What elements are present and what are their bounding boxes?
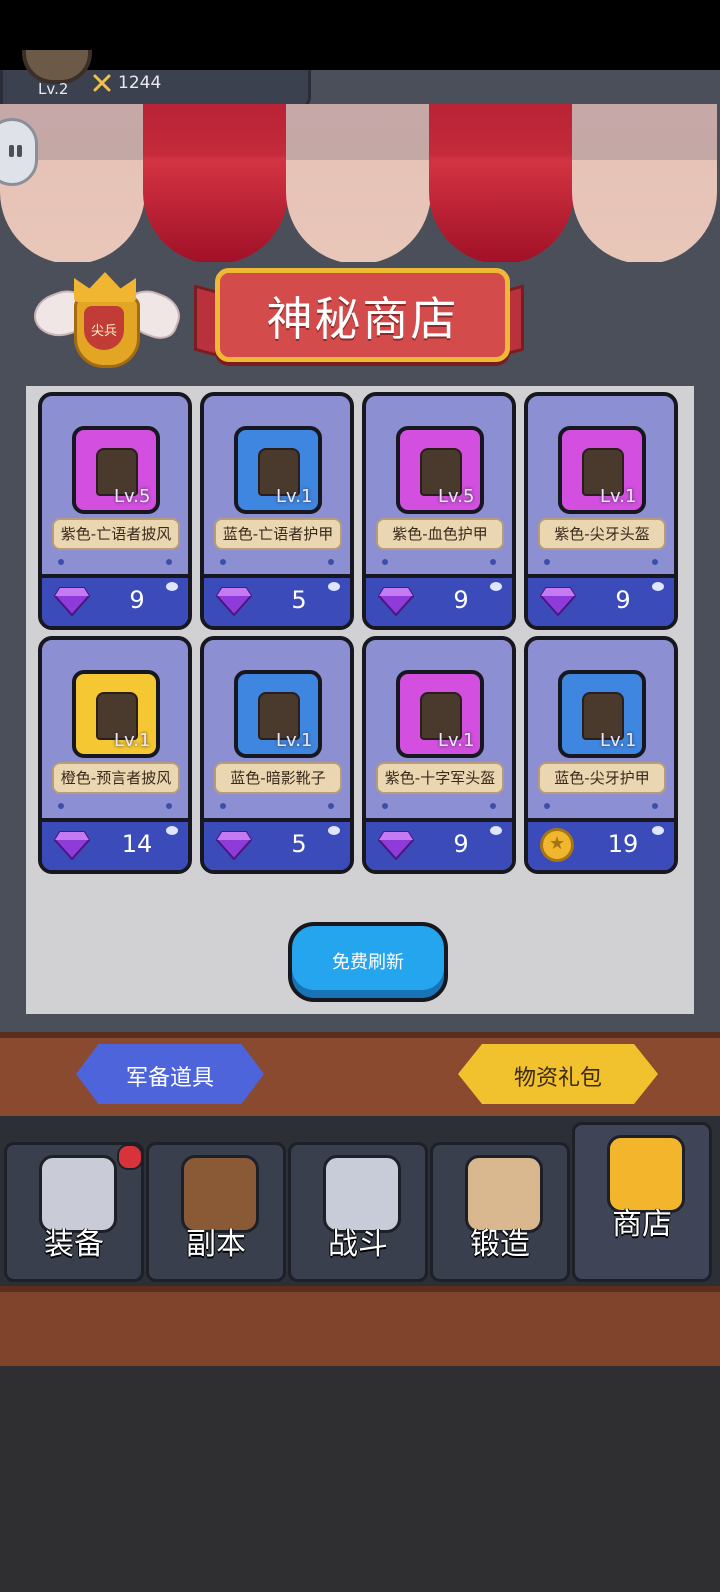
card-dot xyxy=(382,803,388,809)
card-dot xyxy=(544,559,550,565)
item-price: 9 xyxy=(129,586,145,614)
nav-label: 锻造 xyxy=(470,1227,530,1262)
shop-item-card[interactable]: Lv.1 橙色-预言者披风 14 xyxy=(38,636,192,874)
card-dot xyxy=(220,803,226,809)
price-bar[interactable]: 9 xyxy=(528,574,674,626)
item-level: Lv.5 xyxy=(438,486,475,507)
card-dot xyxy=(166,803,172,809)
item-price: 9 xyxy=(453,830,469,858)
nav-tab-4[interactable]: 锻造 xyxy=(430,1142,570,1282)
shop-title: 神秘商店 xyxy=(266,292,459,346)
price-bar-shine xyxy=(490,826,502,835)
shop-awning xyxy=(0,104,720,262)
price-bar[interactable]: 5 xyxy=(204,818,350,870)
item-price: 9 xyxy=(453,586,469,614)
rank-label: 尖兵 xyxy=(90,324,117,339)
bottom-wood-bar xyxy=(0,1286,720,1372)
nav-label: 商店 xyxy=(612,1207,672,1242)
card-dot xyxy=(58,803,64,809)
shop-item-card[interactable]: Lv.1 蓝色-亡语者护甲 5 xyxy=(200,392,354,630)
nav-tab-3[interactable]: 战斗 xyxy=(288,1142,428,1282)
card-dot xyxy=(382,559,388,565)
price-bar[interactable]: 9 xyxy=(366,818,512,870)
item-name: 蓝色-尖牙护甲 xyxy=(538,762,666,794)
item-name: 紫色-尖牙头盔 xyxy=(538,518,666,550)
price-bar[interactable]: 9 xyxy=(366,574,512,626)
item-level: Lv.1 xyxy=(600,730,637,751)
card-dot xyxy=(490,559,496,565)
price-bar[interactable]: 9 xyxy=(42,574,188,626)
item-price: 14 xyxy=(121,830,153,858)
tab-military-label: 军备道具 xyxy=(125,1066,214,1091)
card-dot xyxy=(166,559,172,565)
item-name: 蓝色-亡语者护甲 xyxy=(214,518,342,550)
player-level: Lv.2 xyxy=(38,80,69,98)
item-name: 紫色-亡语者披风 xyxy=(52,518,180,550)
price-bar[interactable]: 5 xyxy=(204,574,350,626)
purple-gem-icon xyxy=(540,587,576,616)
purple-gem-icon xyxy=(216,587,252,616)
price-bar-shine xyxy=(166,826,178,835)
price-bar[interactable]: 19 xyxy=(528,818,674,870)
price-bar[interactable]: 14 xyxy=(42,818,188,870)
tab-supplies-label: 物资礼包 xyxy=(513,1066,602,1091)
item-level: Lv.1 xyxy=(276,486,313,507)
nav-label: 战斗 xyxy=(328,1227,388,1262)
nav-label: 副本 xyxy=(186,1227,246,1262)
card-dot xyxy=(544,803,550,809)
item-price: 5 xyxy=(291,586,307,614)
item-name: 橙色-预言者披风 xyxy=(52,762,180,794)
item-name: 蓝色-暗影靴子 xyxy=(214,762,342,794)
card-dot xyxy=(58,559,64,565)
item-name: 紫色-血色护甲 xyxy=(376,518,504,550)
bottom-area xyxy=(0,1366,720,1592)
item-level: Lv.1 xyxy=(276,730,313,751)
nav-label: 装备 xyxy=(44,1227,104,1262)
card-dot xyxy=(652,559,658,565)
price-bar-shine xyxy=(652,826,664,835)
gold-coin-icon xyxy=(540,828,574,862)
purple-gem-icon xyxy=(378,587,414,616)
purple-gem-icon xyxy=(54,831,90,860)
shop-item-card[interactable]: Lv.1 紫色-尖牙头盔 9 xyxy=(524,392,678,630)
free-refresh-label: 免费刷新 xyxy=(332,952,404,973)
item-price: 19 xyxy=(607,830,639,858)
purple-gem-icon xyxy=(54,587,90,616)
combat-power-icon xyxy=(93,74,111,92)
item-level: Lv.1 xyxy=(438,730,475,751)
price-bar-shine xyxy=(328,582,340,591)
item-level: Lv.1 xyxy=(600,486,637,507)
combat-power-value: 1244 xyxy=(118,73,162,93)
notification-dot xyxy=(117,1144,143,1170)
item-price: 5 xyxy=(291,830,307,858)
card-dot xyxy=(220,559,226,565)
nav-tab-5[interactable]: 商店 xyxy=(572,1122,712,1282)
nav-tab-2[interactable]: 副本 xyxy=(146,1142,286,1282)
card-dot xyxy=(328,559,334,565)
purple-gem-icon xyxy=(378,831,414,860)
price-bar-shine xyxy=(166,582,178,591)
pause-button[interactable] xyxy=(0,118,38,186)
item-price: 9 xyxy=(615,586,631,614)
price-bar-shine xyxy=(328,826,340,835)
status-bar xyxy=(0,0,720,70)
price-bar-shine xyxy=(490,582,502,591)
shop-item-card[interactable]: Lv.1 蓝色-尖牙护甲 19 xyxy=(524,636,678,874)
item-level: Lv.5 xyxy=(114,486,151,507)
shop-item-card[interactable]: Lv.1 蓝色-暗影靴子 5 xyxy=(200,636,354,874)
item-level: Lv.1 xyxy=(114,730,151,751)
shop-item-card[interactable]: Lv.5 紫色-血色护甲 9 xyxy=(362,392,516,630)
purple-gem-icon xyxy=(216,831,252,860)
shop-item-card[interactable]: Lv.5 紫色-亡语者披风 9 xyxy=(38,392,192,630)
item-name: 紫色-十字军头盔 xyxy=(376,762,504,794)
shop-item-card[interactable]: Lv.1 紫色-十字军头盔 9 xyxy=(362,636,516,874)
card-dot xyxy=(328,803,334,809)
card-dot xyxy=(490,803,496,809)
price-bar-shine xyxy=(652,582,664,591)
card-dot xyxy=(652,803,658,809)
